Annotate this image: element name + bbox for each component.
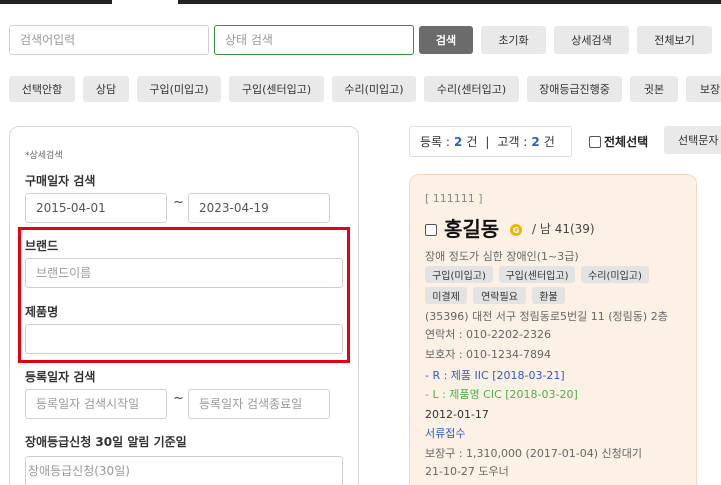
- reg-count-value: 2: [453, 134, 463, 149]
- result-count-box: 등록 : 2 건 | 고객 : 2 건: [409, 126, 572, 157]
- document-status-link[interactable]: 서류접수: [425, 425, 465, 441]
- status-search-input[interactable]: [214, 25, 414, 55]
- keyword-input[interactable]: [9, 25, 209, 55]
- customer-select-checkbox[interactable]: [425, 224, 437, 236]
- select-all-checkbox[interactable]: [589, 136, 601, 148]
- tag-purchase-pending: 구입(미입고): [425, 266, 493, 283]
- product-left-link[interactable]: - L : 제품명 CIC [2018-03-20]: [425, 386, 578, 402]
- reg-end-date-input[interactable]: [188, 389, 330, 419]
- reg-count-label: 등록 :: [420, 135, 450, 149]
- filter-purchase-center-chip[interactable]: 구입(센터입고): [229, 76, 324, 102]
- filter-consult-chip[interactable]: 상담: [83, 76, 129, 102]
- select-all-label[interactable]: 전체선택: [604, 133, 648, 150]
- filter-none-chip[interactable]: 선택안함: [9, 76, 75, 102]
- reset-button[interactable]: 초기화: [481, 26, 546, 54]
- warranty-info: 보장구 : 1,310,000 (2017-01-04) 신청대기: [425, 447, 643, 460]
- view-all-button[interactable]: 전체보기: [637, 26, 712, 54]
- tag-unpaid: 미결제: [425, 287, 467, 304]
- filter-repair-center-chip[interactable]: 수리(센터입고): [424, 76, 519, 102]
- filter-warranty-chip[interactable]: 보장: [686, 76, 721, 102]
- search-button[interactable]: 검색: [419, 26, 473, 54]
- purchase-date-label: 구매일자 검색: [25, 174, 96, 188]
- reg-count-unit: 건: [466, 135, 478, 149]
- reg-date-range-separator: ~: [173, 391, 184, 406]
- highlight-box: [18, 227, 350, 363]
- count-separator: |: [485, 134, 490, 149]
- guardian-contact: 보호자 : 010-1234-7894: [425, 348, 551, 361]
- detail-search-button[interactable]: 상세검색: [554, 26, 629, 54]
- detail-search-title: *상세검색: [25, 151, 63, 161]
- cust-count-label: 고객 :: [497, 135, 528, 149]
- tag-repair-pending: 수리(미입고): [581, 266, 649, 283]
- top-tab-indicator-right: [178, 0, 721, 4]
- customer-meta: / 남 41(39): [532, 222, 595, 236]
- select-message-button[interactable]: 선택문자: [664, 126, 721, 154]
- filter-gwitbon-chip[interactable]: 귓본: [630, 76, 678, 102]
- date-range-separator: ~: [173, 195, 184, 210]
- purchase-start-date-input[interactable]: [25, 193, 167, 223]
- customer-contact: 연락처 : 010-2202-2326: [425, 328, 551, 341]
- tag-contact-needed: 연락필요: [473, 287, 526, 304]
- purchase-end-date-input[interactable]: [188, 193, 330, 223]
- filter-repair-pending-chip[interactable]: 수리(미입고): [332, 76, 416, 102]
- filter-disability-progress-chip[interactable]: 장애등급진행중: [527, 76, 622, 102]
- disability-alert-label: 장애등급신청 30일 알림 기준일: [25, 435, 187, 449]
- cust-count-unit: 건: [543, 135, 555, 149]
- top-tab-indicator-left: [0, 0, 112, 4]
- grade-badge: G: [510, 224, 522, 236]
- product-right-link[interactable]: - R : 제품 IIC [2018-03-21]: [425, 367, 565, 383]
- disability-desc: 장애 정도가 심한 장애인(1~3급): [425, 250, 579, 263]
- tag-refund: 환불: [532, 287, 565, 304]
- disability-date-input[interactable]: [25, 456, 343, 485]
- cust-count-value: 2: [531, 134, 540, 149]
- card-last-line: 21-10-27 도우너: [425, 465, 509, 478]
- filter-purchase-pending-chip[interactable]: 구입(미입고): [137, 76, 221, 102]
- customer-name[interactable]: 홍길동: [444, 213, 499, 242]
- tag-purchase-center: 구입(센터입고): [499, 266, 575, 283]
- customer-date: 2012-01-17: [425, 408, 489, 421]
- reg-date-label: 등록일자 검색: [25, 370, 96, 384]
- reg-start-date-input[interactable]: [25, 389, 167, 419]
- customer-id: [ 111111 ]: [425, 192, 483, 205]
- customer-address: (35396) 대전 서구 정림동로5번길 11 (정림동) 2층: [425, 310, 668, 323]
